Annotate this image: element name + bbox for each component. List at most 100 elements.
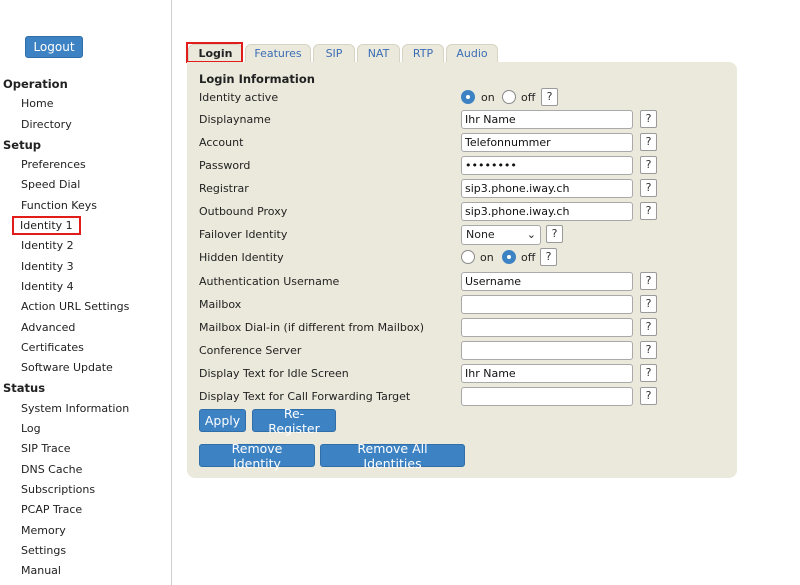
identity-active-on-label: on [481,91,495,104]
row-auth-username: Authentication Username Username ? [199,272,729,293]
displayname-input[interactable]: Ihr Name [461,110,633,129]
row-displayname: Displayname Ihr Name ? [199,110,729,131]
help-icon[interactable]: ? [640,364,657,382]
help-icon[interactable]: ? [640,133,657,151]
identity-active-on-radio[interactable] [461,90,475,104]
nav-item-identity-1[interactable]: Identity 1 [0,216,170,236]
nav-item-advanced[interactable]: Advanced [0,318,170,338]
outbound-proxy-label: Outbound Proxy [199,205,288,218]
password-input[interactable]: •••••••• [461,156,633,175]
nav-item-settings[interactable]: Settings [0,541,170,561]
hidden-identity-off-radio[interactable] [502,250,516,264]
help-icon[interactable]: ? [541,88,558,106]
nav-item-pcap-trace[interactable]: PCAP Trace [0,500,170,520]
sidebar: Logout Operation Home Directory Setup Pr… [0,0,172,585]
row-account: Account Telefonnummer ? [199,133,729,154]
row-hidden-identity: Hidden Identity on off ? [199,248,729,269]
account-input[interactable]: Telefonnummer [461,133,633,152]
remove-identity-button[interactable]: Remove Identity [199,441,315,471]
account-label: Account [199,136,244,149]
nav-item-sip-trace[interactable]: SIP Trace [0,439,170,459]
apply-button[interactable]: Apply [199,409,246,432]
nav-item-log[interactable]: Log [0,419,170,439]
conference-server-input[interactable] [461,341,633,360]
tab-audio[interactable]: Audio [446,44,498,63]
nav-section-operation: Operation [3,77,68,91]
mailbox-dialin-label: Mailbox Dial-in (if different from Mailb… [199,321,425,334]
nav-item-home[interactable]: Home [0,94,170,114]
help-icon[interactable]: ? [540,248,557,266]
login-panel: Login Information Identity active on off… [187,62,737,478]
idle-text-label: Display Text for Idle Screen [199,367,349,380]
tab-sip[interactable]: SIP [313,44,355,63]
nav-item-identity-3[interactable]: Identity 3 [0,257,170,277]
hidden-identity-on-radio[interactable] [461,250,475,264]
tab-rtp[interactable]: RTP [402,44,444,63]
tab-login[interactable]: Login [188,44,243,63]
registrar-input[interactable]: sip3.phone.iway.ch [461,179,633,198]
row-mailbox: Mailbox ? [199,295,729,316]
help-icon[interactable]: ? [640,318,657,336]
mailbox-label: Mailbox [199,298,242,311]
mailbox-input[interactable] [461,295,633,314]
nav-item-identity-4[interactable]: Identity 4 [0,277,170,297]
panel-title: Login Information [199,72,315,86]
row-idle-text: Display Text for Idle Screen Ihr Name ? [199,364,729,385]
row-failover-identity: Failover Identity None ⌄ ? [199,225,729,246]
nav-section-setup: Setup [3,137,41,152]
reregister-button[interactable]: Re-Register [252,406,336,436]
auth-username-input[interactable]: Username [461,272,633,291]
chevron-down-icon: ⌄ [526,228,536,241]
displayname-label: Displayname [199,113,271,126]
identity-active-off-radio[interactable] [502,90,516,104]
outbound-proxy-input[interactable]: sip3.phone.iway.ch [461,202,633,221]
row-mailbox-dialin: Mailbox Dial-in (if different from Mailb… [199,318,729,339]
nav-item-certificates[interactable]: Certificates [0,338,170,358]
nav-item-dns-cache[interactable]: DNS Cache [0,460,170,480]
help-icon[interactable]: ? [640,156,657,174]
call-fwd-text-label: Display Text for Call Forwarding Target [199,390,411,403]
nav-item-software-update[interactable]: Software Update [0,358,170,378]
help-icon[interactable]: ? [640,179,657,197]
nav-item-system-information[interactable]: System Information [0,399,170,419]
mailbox-dialin-input[interactable] [461,318,633,337]
failover-identity-label: Failover Identity [199,228,288,241]
identity-active-label: Identity active [199,91,279,104]
password-label: Password [199,159,251,172]
identity-active-off-label: off [521,91,536,104]
nav-item-directory[interactable]: Directory [0,115,170,135]
idle-text-input[interactable]: Ihr Name [461,364,633,383]
help-icon[interactable]: ? [640,272,657,290]
tab-nat[interactable]: NAT [357,44,400,63]
remove-all-identities-button[interactable]: Remove All Identities [320,441,465,471]
auth-username-label: Authentication Username [199,275,340,288]
help-icon[interactable]: ? [640,202,657,220]
sidebar-nav: Operation Home Directory Setup Preferenc… [0,74,170,581]
nav-item-function-keys[interactable]: Function Keys [0,196,170,216]
nav-item-manual[interactable]: Manual [0,561,170,581]
registrar-label: Registrar [199,182,249,195]
nav-item-speed-dial[interactable]: Speed Dial [0,175,170,195]
nav-section-status: Status [3,381,46,396]
row-identity-active: Identity active on off ? [199,88,729,109]
nav-item-preferences[interactable]: Preferences [0,155,170,175]
tab-features[interactable]: Features [245,44,311,63]
logout-button[interactable]: Logout [25,36,83,58]
call-fwd-text-input[interactable] [461,387,633,406]
nav-item-subscriptions[interactable]: Subscriptions [0,480,170,500]
help-icon[interactable]: ? [640,110,657,128]
row-conference-server: Conference Server ? [199,341,729,362]
nav-item-identity-2[interactable]: Identity 2 [0,236,170,256]
help-icon[interactable]: ? [640,295,657,313]
nav-item-memory[interactable]: Memory [0,521,170,541]
nav-item-action-url-settings[interactable]: Action URL Settings [0,297,170,317]
hidden-identity-label: Hidden Identity [199,251,284,264]
conference-server-label: Conference Server [199,344,302,357]
row-registrar: Registrar sip3.phone.iway.ch ? [199,179,729,200]
help-icon[interactable]: ? [640,387,657,405]
failover-identity-value: None [466,228,495,241]
failover-identity-select[interactable]: None ⌄ [461,225,541,245]
help-icon[interactable]: ? [546,225,563,243]
hidden-identity-off-label: off [521,251,536,264]
help-icon[interactable]: ? [640,341,657,359]
